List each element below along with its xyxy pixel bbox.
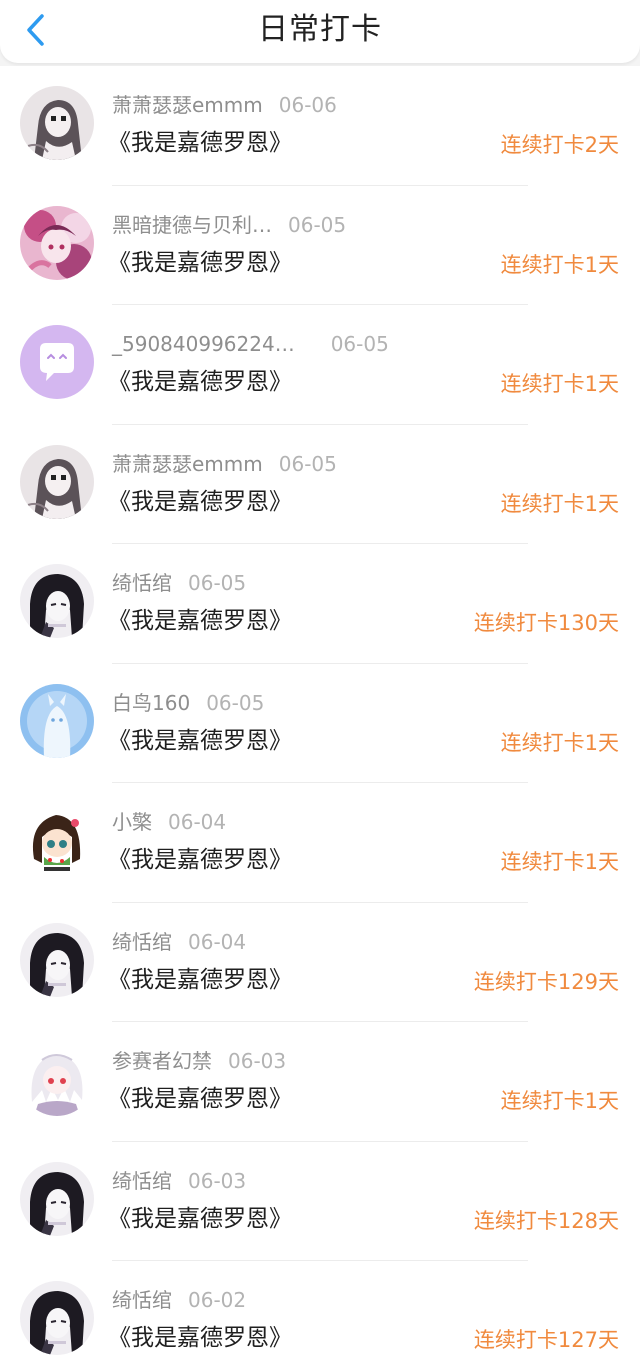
book-title[interactable]: 《我是嘉德罗恩》 bbox=[108, 487, 292, 517]
book-title[interactable]: 《我是嘉德罗恩》 bbox=[108, 845, 292, 875]
book-title[interactable]: 《我是嘉德罗恩》 bbox=[108, 606, 292, 636]
username[interactable]: 绮恬绾 bbox=[112, 930, 172, 954]
checkin-row[interactable]: 参赛者幻禁 06-03 《我是嘉德罗恩》 连续打卡1天 bbox=[0, 1022, 640, 1142]
checkin-row[interactable]: 绮恬绾 06-04 《我是嘉德罗恩》 连续打卡129天 bbox=[0, 903, 640, 1022]
book-title[interactable]: 《我是嘉德罗恩》 bbox=[108, 1323, 292, 1353]
avatar-image bbox=[20, 803, 94, 877]
checkin-meta: 小檠 06-04 bbox=[112, 810, 226, 834]
checkin-date: 06-05 bbox=[188, 571, 247, 595]
checkin-row[interactable]: 萧萧瑟瑟emmm 06-06 《我是嘉德罗恩》 连续打卡2天 bbox=[0, 66, 640, 186]
checkin-date: 06-05 bbox=[330, 332, 389, 356]
avatar[interactable] bbox=[20, 803, 94, 877]
username[interactable]: _590840996224… bbox=[112, 332, 295, 356]
avatar-image bbox=[20, 1162, 94, 1236]
username[interactable]: 绮恬绾 bbox=[112, 571, 172, 595]
avatar-image bbox=[20, 325, 94, 399]
checkin-date: 06-05 bbox=[278, 451, 337, 476]
avatar-image bbox=[20, 1281, 94, 1355]
username[interactable]: 参赛者幻禁 bbox=[112, 1049, 212, 1073]
streak-count: 连续打卡1天 bbox=[500, 1089, 619, 1113]
streak-count: 连续打卡1天 bbox=[500, 372, 619, 396]
book-title[interactable]: 《我是嘉德罗恩》 bbox=[108, 1204, 292, 1234]
checkin-date: 06-05 bbox=[206, 690, 265, 715]
username[interactable]: 绮恬绾 bbox=[112, 1288, 172, 1312]
checkin-meta: 萧萧瑟瑟emmm 06-05 bbox=[112, 452, 337, 476]
username[interactable]: 萧萧瑟瑟emmm bbox=[112, 452, 263, 476]
username[interactable]: 黑暗捷德与贝利… bbox=[112, 213, 272, 237]
streak-count: 连续打卡127天 bbox=[473, 1328, 619, 1352]
checkin-date: 06-03 bbox=[228, 1049, 287, 1073]
avatar-image bbox=[20, 1042, 94, 1116]
checkin-page: 日常打卡 萧萧瑟瑟emmm 06-06 《我是嘉德罗恩》 连续打卡2天黑暗捷德与贝利…… bbox=[0, 0, 640, 1355]
book-title[interactable]: 《我是嘉德罗恩》 bbox=[108, 248, 292, 278]
checkin-meta: 绮恬绾 06-02 bbox=[112, 1288, 246, 1312]
book-title[interactable]: 《我是嘉德罗恩》 bbox=[108, 367, 292, 397]
streak-count: 连续打卡1天 bbox=[500, 491, 619, 516]
checkin-meta: 黑暗捷德与贝利… 06-05 bbox=[112, 213, 346, 237]
avatar[interactable] bbox=[20, 86, 94, 160]
checkin-date: 06-04 bbox=[188, 929, 247, 954]
streak-count: 连续打卡1天 bbox=[500, 850, 619, 874]
checkin-date: 06-02 bbox=[188, 1288, 247, 1312]
book-title[interactable]: 《我是嘉德罗恩》 bbox=[108, 726, 292, 756]
avatar[interactable] bbox=[20, 206, 94, 280]
avatar-image bbox=[20, 684, 94, 758]
streak-count: 连续打卡129天 bbox=[473, 969, 619, 994]
checkin-row[interactable]: 萧萧瑟瑟emmm 06-05 《我是嘉德罗恩》 连续打卡1天 bbox=[0, 425, 640, 544]
streak-count: 连续打卡128天 bbox=[473, 1208, 619, 1233]
checkin-row[interactable]: 绮恬绾 06-02 《我是嘉德罗恩》 连续打卡127天 bbox=[0, 1261, 640, 1355]
checkin-row[interactable]: 白鸟160 06-05 《我是嘉德罗恩》 连续打卡1天 bbox=[0, 664, 640, 783]
checkin-meta: _590840996224… 06-05 bbox=[112, 332, 389, 356]
checkin-date: 06-05 bbox=[288, 212, 347, 237]
checkin-meta: 参赛者幻禁 06-03 bbox=[112, 1049, 286, 1073]
checkin-date: 06-04 bbox=[168, 810, 227, 834]
page-title: 日常打卡 bbox=[258, 12, 382, 47]
checkin-row[interactable]: 黑暗捷德与贝利… 06-05 《我是嘉德罗恩》 连续打卡1天 bbox=[0, 186, 640, 305]
avatar[interactable] bbox=[20, 923, 94, 997]
checkin-row[interactable]: _590840996224… 06-05 《我是嘉德罗恩》 连续打卡1天 bbox=[0, 305, 640, 425]
username[interactable]: 绮恬绾 bbox=[112, 1169, 172, 1193]
avatar[interactable] bbox=[20, 1281, 94, 1355]
username[interactable]: 小檠 bbox=[112, 810, 152, 834]
streak-count: 连续打卡1天 bbox=[500, 730, 619, 755]
username[interactable]: 白鸟160 bbox=[112, 691, 190, 715]
checkin-meta: 白鸟160 06-05 bbox=[112, 691, 264, 715]
avatar[interactable] bbox=[20, 1042, 94, 1116]
avatar[interactable] bbox=[20, 445, 94, 519]
avatar[interactable] bbox=[20, 1162, 94, 1236]
checkin-row[interactable]: 绮恬绾 06-03 《我是嘉德罗恩》 连续打卡128天 bbox=[0, 1142, 640, 1261]
avatar[interactable] bbox=[20, 325, 94, 399]
book-title[interactable]: 《我是嘉德罗恩》 bbox=[108, 128, 292, 158]
streak-count: 连续打卡130天 bbox=[473, 611, 619, 635]
checkin-row[interactable]: 小檠 06-04 《我是嘉德罗恩》 连续打卡1天 bbox=[0, 783, 640, 903]
checkin-meta: 绮恬绾 06-04 bbox=[112, 930, 246, 954]
streak-count: 连续打卡1天 bbox=[500, 252, 619, 277]
avatar-image bbox=[20, 564, 94, 638]
avatar-image bbox=[20, 206, 94, 280]
checkin-date: 06-03 bbox=[188, 1168, 247, 1193]
book-title[interactable]: 《我是嘉德罗恩》 bbox=[108, 965, 292, 995]
streak-count: 连续打卡2天 bbox=[500, 133, 619, 157]
checkin-meta: 萧萧瑟瑟emmm 06-06 bbox=[112, 93, 337, 117]
checkin-date: 06-06 bbox=[278, 93, 337, 117]
checkin-meta: 绮恬绾 06-05 bbox=[112, 571, 246, 595]
checkin-row[interactable]: 绮恬绾 06-05 《我是嘉德罗恩》 连续打卡130天 bbox=[0, 544, 640, 664]
avatar-image bbox=[20, 445, 94, 519]
checkin-meta: 绮恬绾 06-03 bbox=[112, 1169, 246, 1193]
avatar-image bbox=[20, 86, 94, 160]
book-title[interactable]: 《我是嘉德罗恩》 bbox=[108, 1084, 292, 1114]
avatar[interactable] bbox=[20, 564, 94, 638]
avatar-image bbox=[20, 923, 94, 997]
checkin-list: 萧萧瑟瑟emmm 06-06 《我是嘉德罗恩》 连续打卡2天黑暗捷德与贝利… 06-05… bbox=[0, 66, 640, 1355]
username[interactable]: 萧萧瑟瑟emmm bbox=[112, 93, 263, 117]
top-bar: 日常打卡 bbox=[0, 0, 640, 63]
avatar[interactable] bbox=[20, 684, 94, 758]
